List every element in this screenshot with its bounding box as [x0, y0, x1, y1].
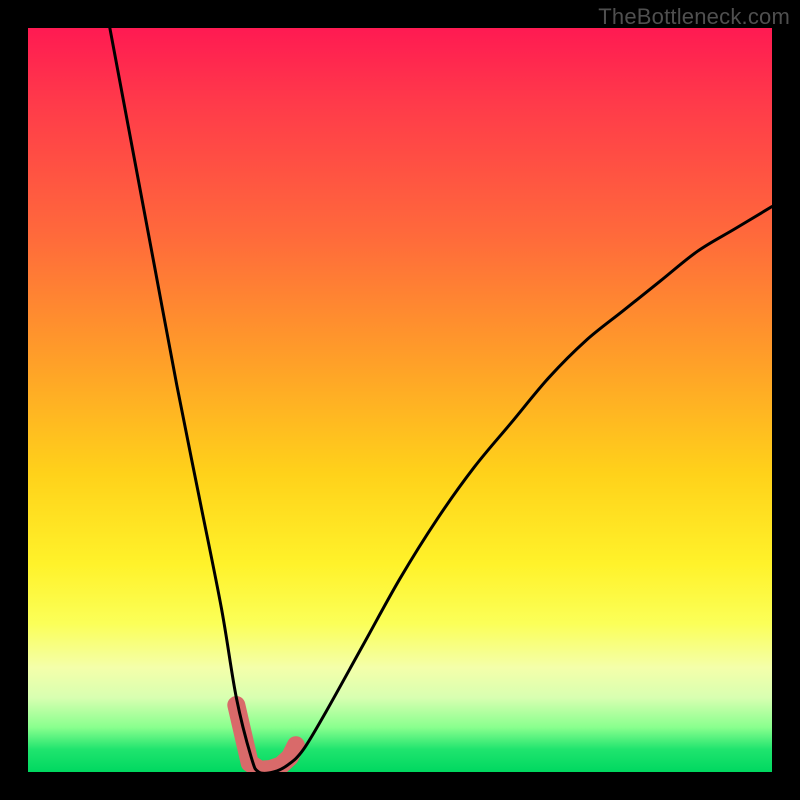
plot-area — [28, 28, 772, 772]
watermark-text: TheBottleneck.com — [598, 4, 790, 30]
bottleneck-curve-svg — [28, 28, 772, 772]
bottleneck-curve-path — [110, 28, 772, 772]
outer-frame: TheBottleneck.com — [0, 0, 800, 800]
